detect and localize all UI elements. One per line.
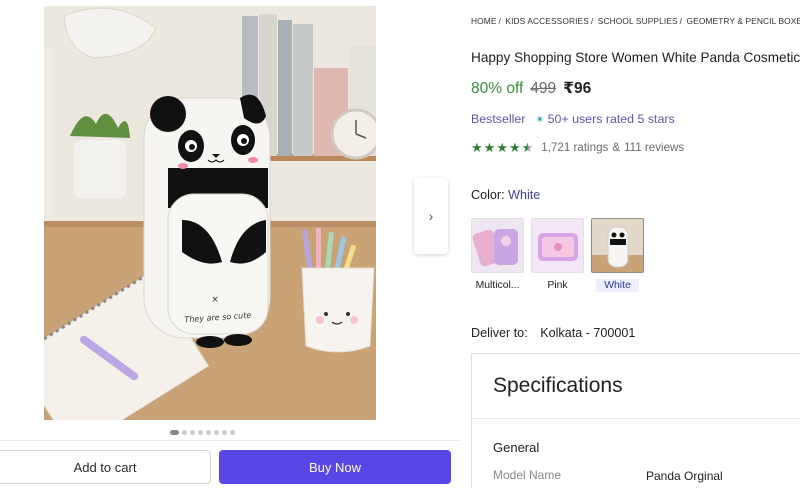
svg-text:×: × [211, 295, 219, 305]
ratings-separator: & [612, 141, 621, 154]
selling-price: ₹96 [563, 80, 592, 97]
color-swatches: Multicol... Pink White [471, 218, 644, 292]
bestseller-badge: Bestseller [471, 112, 526, 126]
original-price: 499 [530, 80, 557, 97]
deliver-to-label: Deliver to: [471, 326, 528, 340]
breadcrumb-separator: / [590, 16, 594, 26]
specifications-title: Specifications [493, 374, 623, 397]
discount-percent: 80% off [471, 80, 524, 97]
swatch-white-label: White [596, 279, 639, 292]
ratings-count[interactable]: 1,721 ratings [541, 141, 608, 154]
action-bar: Add to cart Buy Now [0, 440, 460, 488]
product-details: HOME / KIDS ACCESSORIES / SCHOOL SUPPLIES /… [471, 0, 800, 488]
star-icon: ★ [521, 140, 534, 155]
reviews-count[interactable]: 111 reviews [624, 141, 684, 154]
rating-stars: ★ ★ ★ ★ ★ [471, 141, 533, 154]
product-photo: × They are so cute [44, 6, 376, 420]
delivery-location[interactable]: Deliver to: Kolkata - 700001 [471, 326, 635, 340]
swatch-multicolor-image [471, 218, 524, 273]
star-icon: ★ [483, 140, 496, 155]
breadcrumb-geometry-pencil-boxes[interactable]: GEOMETRY & PENCIL BOXES [687, 16, 800, 26]
carousel-dots [170, 430, 235, 435]
breadcrumb-school-supplies[interactable]: SCHOOL SUPPLIES [598, 16, 678, 26]
color-label: Color: [471, 188, 505, 202]
carousel-dot[interactable] [206, 430, 211, 435]
breadcrumb-kids-accessories[interactable]: KIDS ACCESSORIES [505, 16, 589, 26]
deliver-to-value: Kolkata - 700001 [540, 326, 636, 340]
swatch-white[interactable]: White [591, 218, 644, 292]
specifications-divider [472, 418, 800, 419]
carousel-dot[interactable] [214, 430, 219, 435]
star-icon: ★ [496, 140, 508, 155]
add-to-cart-button[interactable]: Add to cart [0, 450, 211, 484]
carousel-dot[interactable] [170, 430, 179, 435]
star-icon: ★ [508, 140, 521, 155]
carousel-dot[interactable] [190, 430, 195, 435]
carousel-dot[interactable] [182, 430, 187, 435]
product-gallery: × They are so cute › Add to cart Buy Now [0, 0, 460, 488]
breadcrumb-separator: / [498, 16, 501, 26]
selected-color: White [508, 188, 541, 202]
swatch-pink[interactable]: Pink [531, 218, 584, 292]
carousel-dot[interactable] [230, 430, 235, 435]
carousel-dot[interactable] [222, 430, 227, 435]
swatch-pink-image [531, 218, 584, 273]
breadcrumb-separator: / [679, 16, 683, 26]
specifications-card: Specifications General Model Name Panda … [471, 353, 800, 488]
badge-row: Bestseller ✴ 50+ users rated 5 stars [471, 112, 675, 126]
product-main-image[interactable]: × They are so cute [44, 6, 376, 420]
chevron-right-icon[interactable]: › [414, 178, 448, 254]
spec-value-model-name: Panda Orginal [646, 469, 723, 483]
sparkle-star-icon: ✴ [535, 113, 545, 126]
swatch-white-image [591, 218, 644, 273]
spec-group-heading: General [493, 440, 540, 455]
star-icon: ★ [471, 140, 483, 155]
swatch-multicolor[interactable]: Multicol... [471, 218, 524, 292]
rating-row: ★ ★ ★ ★ ★ 1,721 ratings & 111 reviews [471, 141, 684, 154]
users-rated-text: 50+ users rated 5 stars [547, 112, 675, 126]
swatch-multicolor-label: Multicol... [475, 280, 520, 291]
buy-now-button[interactable]: Buy Now [219, 450, 451, 484]
product-title: Happy Shopping Store Women White Panda C… [471, 50, 800, 65]
breadcrumb: HOME / KIDS ACCESSORIES / SCHOOL SUPPLIES /… [471, 16, 800, 26]
price-row: 80% off 499 ₹96 [471, 79, 591, 98]
color-heading: Color: White [471, 188, 540, 202]
spec-key-model-name: Model Name [493, 468, 562, 482]
breadcrumb-home[interactable]: HOME [471, 16, 497, 26]
carousel-dot[interactable] [198, 430, 203, 435]
swatch-pink-label: Pink [547, 280, 568, 291]
